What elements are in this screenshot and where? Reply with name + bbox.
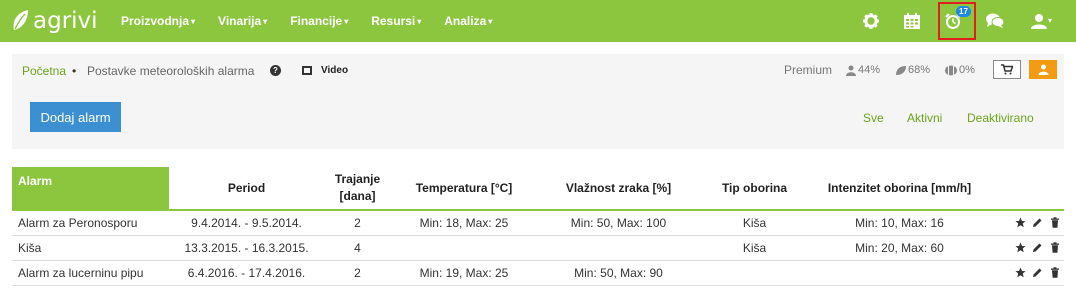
cell-duration: 2 <box>324 210 391 236</box>
caret-down-icon: ▾ <box>1048 16 1053 25</box>
cart-button[interactable] <box>993 60 1021 79</box>
menu-proizvodnja[interactable]: Proizvodnja ▾ <box>121 14 195 28</box>
cell-actions <box>990 210 1064 236</box>
caret-down-icon: ▾ <box>344 16 349 26</box>
leaf-icon <box>896 65 906 75</box>
cell-temperature: Min: 18, Max: 25 <box>391 210 537 236</box>
menu-financije[interactable]: Financije ▾ <box>290 14 348 28</box>
header-period[interactable]: Period <box>169 167 324 211</box>
cell-duration: 2 <box>324 260 391 286</box>
chat-icon[interactable] <box>982 8 1008 34</box>
cell-precip-type <box>700 260 809 286</box>
brand-name: agrivi <box>33 8 98 34</box>
table-header-row: Alarm Period Trajanje [dana] Temperatura … <box>12 167 1064 211</box>
gear-icon[interactable] <box>858 8 884 34</box>
filter-all[interactable]: Sve <box>863 111 884 125</box>
stat-barrels-value: 0% <box>959 64 975 76</box>
cell-name: Alarm za Peronosporu <box>12 210 169 236</box>
stat-fields-value: 68% <box>908 64 931 76</box>
cell-temperature <box>391 235 537 261</box>
header-humidity[interactable]: Vlažnost zraka [%] <box>537 167 700 211</box>
cell-precip-intensity <box>809 260 990 286</box>
cell-actions <box>990 235 1064 261</box>
edit-pencil-icon[interactable] <box>1032 267 1043 278</box>
caret-down-icon: ▾ <box>488 16 493 26</box>
star-icon[interactable] <box>1015 217 1026 228</box>
cell-duration: 4 <box>324 235 391 261</box>
cell-name: Alarm za lucerninu pipu <box>12 260 169 286</box>
film-icon[interactable] <box>302 66 312 75</box>
header-duration[interactable]: Trajanje [dana] <box>324 167 391 211</box>
trash-icon[interactable] <box>1049 217 1060 228</box>
alarms-table: Alarm Period Trajanje [dana] Temperatura … <box>12 167 1064 286</box>
logo[interactable]: agrivi <box>10 6 98 36</box>
menu-resursi[interactable]: Resursi ▾ <box>371 14 421 28</box>
filter-active[interactable]: Aktivni <box>907 111 942 125</box>
stat-fields: 68% <box>895 64 930 76</box>
main-menu: Proizvodnja ▾ Vinarija ▾ Financije ▾ Resurs… <box>121 0 515 42</box>
cell-precip-type: Kiša <box>700 210 809 236</box>
header-alarm[interactable]: Alarm <box>12 167 169 211</box>
header-actions <box>990 167 1064 211</box>
header-precip-type[interactable]: Tip oborina <box>700 167 809 211</box>
cell-actions <box>990 260 1064 286</box>
cell-precip-intensity: Min: 20, Max: 60 <box>809 235 990 261</box>
caret-down-icon: ▾ <box>417 16 422 26</box>
cart-icon <box>1001 64 1013 75</box>
cell-period: 9.4.2014. - 9.5.2014. <box>169 210 324 236</box>
table-row: Kiša 13.3.2015. - 16.3.2015. 4 Kiša Min:… <box>12 235 1064 261</box>
alarm-count-badge: 17 <box>956 6 971 17</box>
breadcrumb-home-link[interactable]: Početna <box>22 64 66 78</box>
edit-pencil-icon[interactable] <box>1032 242 1043 253</box>
cell-humidity: Min: 50, Max: 90 <box>537 260 700 286</box>
stat-users: 44% <box>845 64 880 76</box>
header-duration-line1: Trajanje <box>334 172 381 186</box>
cell-precip-intensity: Min: 10, Max: 16 <box>809 210 990 236</box>
menu-label: Proizvodnja <box>121 14 190 28</box>
add-alarm-button[interactable]: Dodaj alarm <box>30 102 121 132</box>
header-temperature[interactable]: Temperatura [°C] <box>391 167 537 211</box>
header-duration-line2: [dana] <box>339 189 376 203</box>
cell-period: 13.3.2015. - 16.3.2015. <box>169 235 324 261</box>
menu-analiza[interactable]: Analiza ▾ <box>444 14 492 28</box>
menu-label: Vinarija <box>218 14 262 28</box>
breadcrumb-current: Postavke meteoroloških alarma <box>87 64 255 78</box>
caret-down-icon: ▾ <box>191 16 196 26</box>
trash-icon[interactable] <box>1049 242 1060 253</box>
top-navbar: agrivi Proizvodnja ▾ Vinarija ▾ Financije ▾… <box>0 0 1076 42</box>
cell-precip-type: Kiša <box>700 235 809 261</box>
table-row: Alarm za lucerninu pipu 6.4.2016. - 17.4… <box>12 260 1064 286</box>
edit-pencil-icon[interactable] <box>1032 217 1043 228</box>
menu-label: Analiza <box>444 14 487 28</box>
plan-label: Premium <box>784 63 833 77</box>
barrel-icon <box>945 65 957 75</box>
user-icon <box>1038 64 1048 75</box>
table-row: Alarm za Peronosporu 9.4.2014. - 9.5.201… <box>12 210 1064 236</box>
calendar-icon[interactable] <box>899 8 925 34</box>
filter-deactivated[interactable]: Deaktivirano <box>967 111 1034 125</box>
menu-vinarija[interactable]: Vinarija ▾ <box>218 14 267 28</box>
trash-icon[interactable] <box>1049 267 1060 278</box>
profile-button[interactable] <box>1029 60 1057 79</box>
menu-label: Resursi <box>371 14 416 28</box>
cell-humidity: Min: 50, Max: 100 <box>537 210 700 236</box>
star-icon[interactable] <box>1015 242 1026 253</box>
stat-barrels: 0% <box>944 64 975 76</box>
cell-humidity <box>537 235 700 261</box>
star-icon[interactable] <box>1015 267 1026 278</box>
caret-down-icon: ▾ <box>263 16 268 26</box>
video-link[interactable]: Video <box>321 65 348 76</box>
cell-temperature: Min: 19, Max: 25 <box>391 260 537 286</box>
page-header-panel: Početna • Postavke meteoroloških alarma … <box>12 54 1064 149</box>
users-icon <box>846 65 856 76</box>
breadcrumb-separator: • <box>72 64 77 78</box>
alarms-table-container: Alarm Period Trajanje [dana] Temperatura … <box>12 167 1064 286</box>
cell-name: Kiša <box>12 235 169 261</box>
leaf-logo-icon <box>13 10 28 30</box>
help-icon[interactable]: ? <box>270 65 281 76</box>
stat-users-value: 44% <box>858 64 881 76</box>
header-precip-intensity[interactable]: Intenzitet oborina [mm/h] <box>809 167 990 211</box>
cell-period: 6.4.2016. - 17.4.2016. <box>169 260 324 286</box>
menu-label: Financije <box>290 14 343 28</box>
